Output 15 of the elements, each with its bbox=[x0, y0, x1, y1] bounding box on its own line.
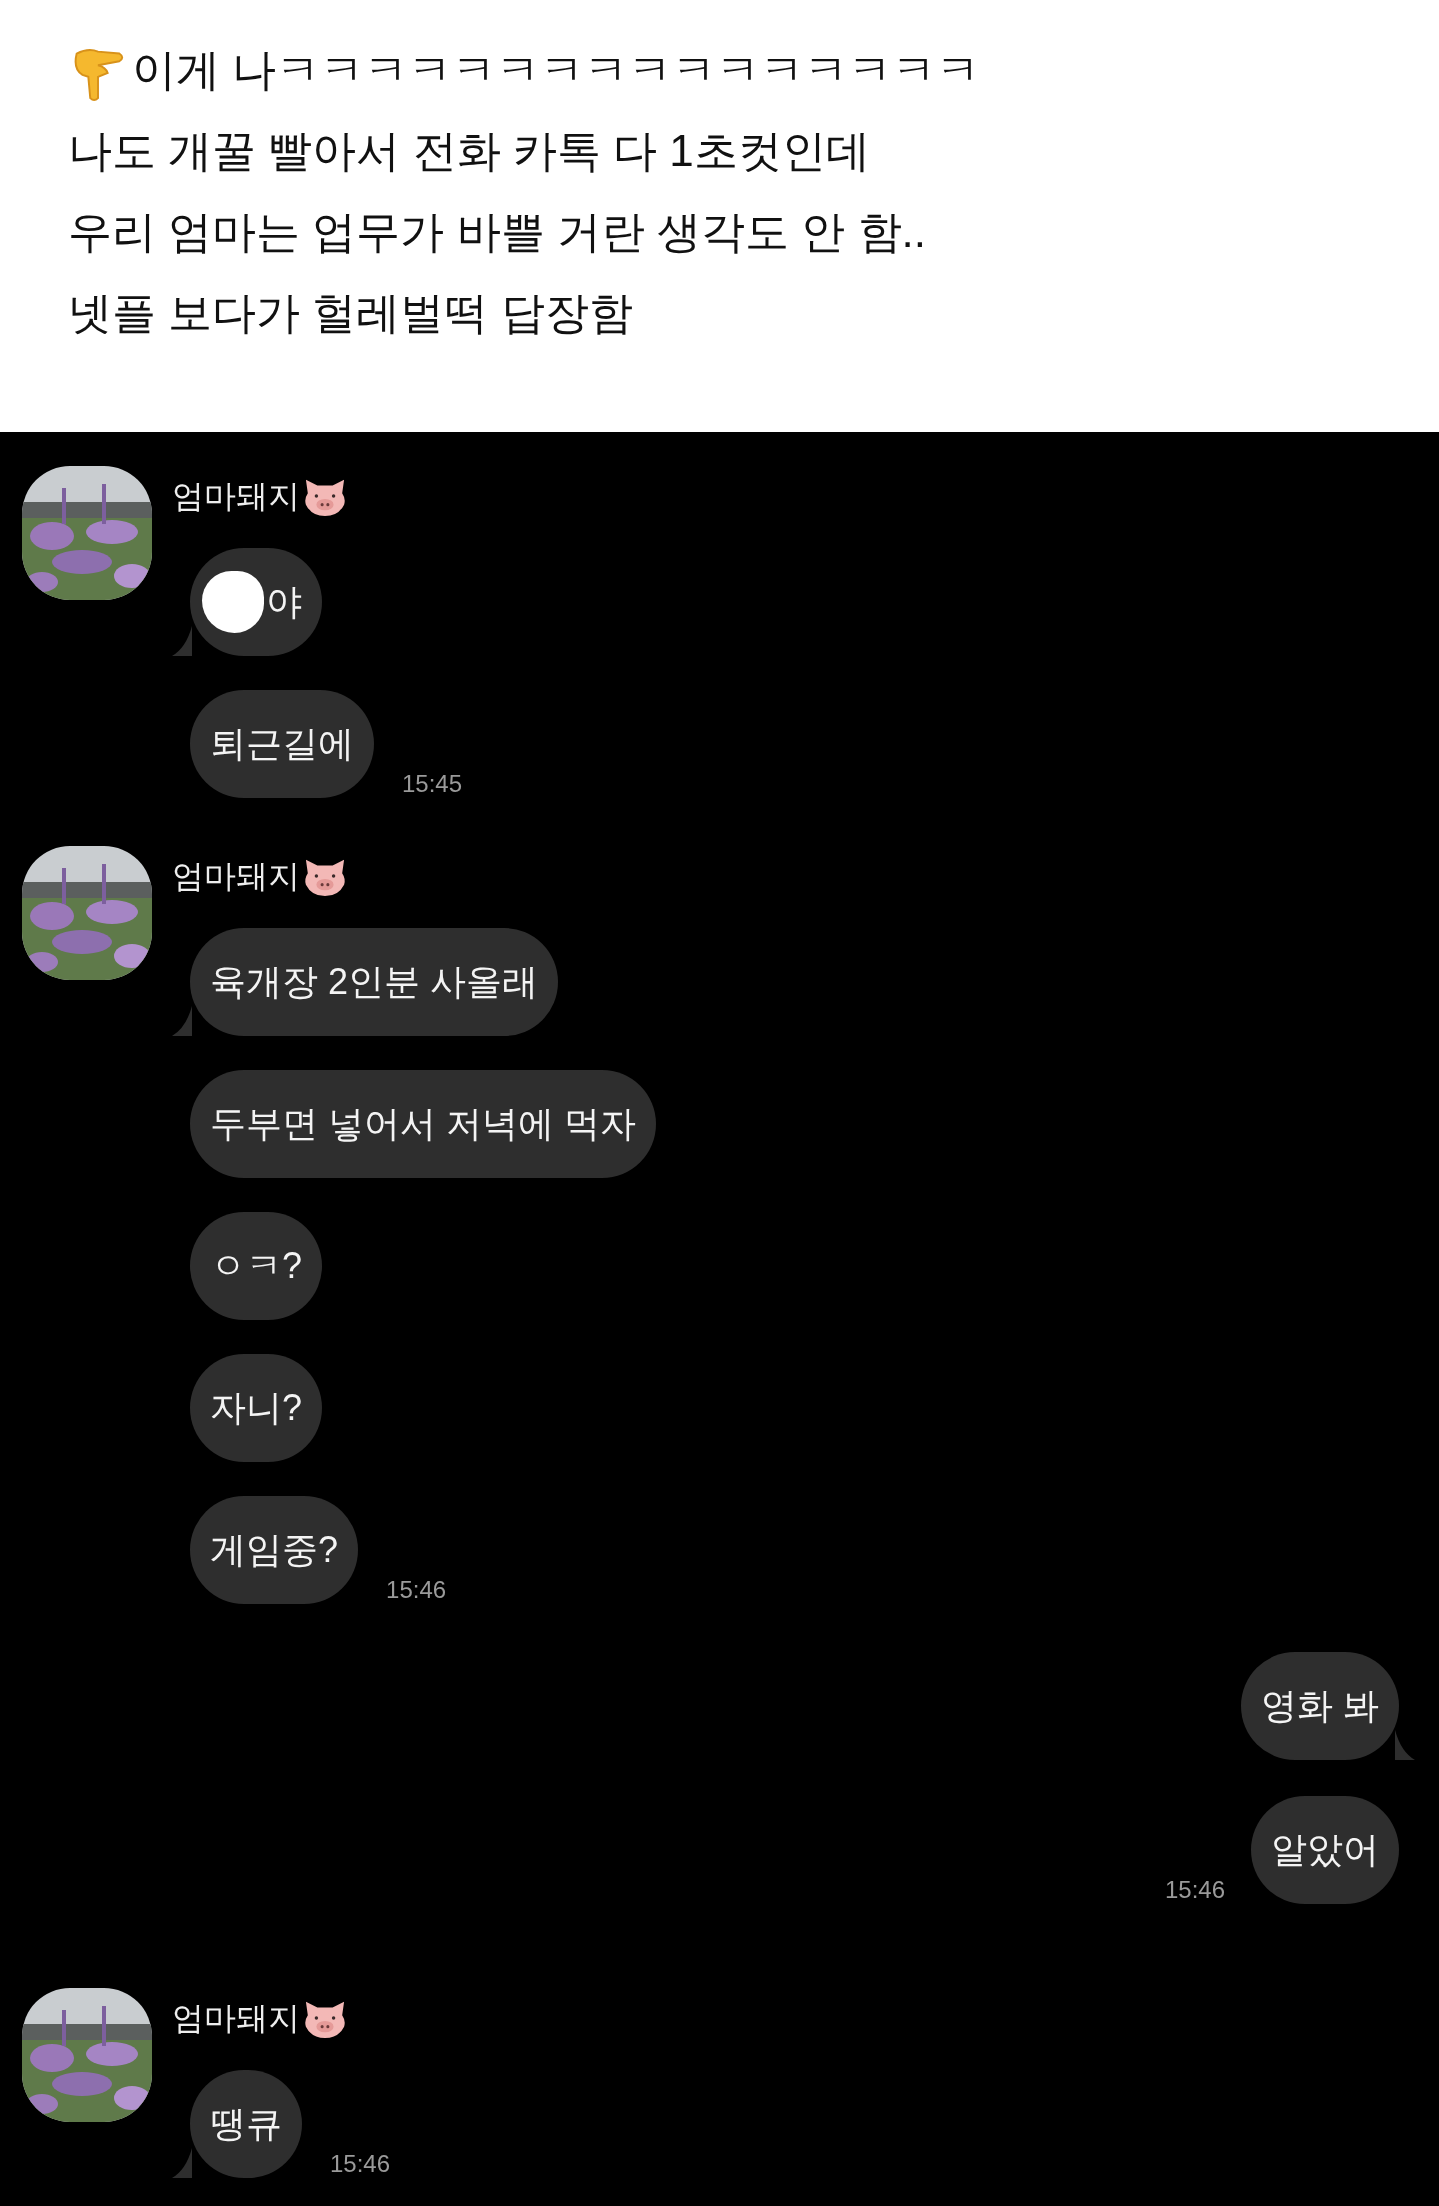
speech-tail-icon bbox=[172, 626, 192, 656]
caption-line: 나도 개꿀 빨아서 전화 카톡 다 1초컷인데 bbox=[68, 125, 870, 177]
message-time: 15:46 bbox=[1164, 1876, 1225, 1904]
caption-line: 이게 나ㅋㅋㅋㅋㅋㅋㅋㅋㅋㅋㅋㅋㅋㅋㅋㅋ bbox=[132, 44, 981, 96]
speech-tail-icon bbox=[1395, 1730, 1415, 1760]
message-time: 15:46 bbox=[330, 2150, 391, 2178]
caption-line: 우리 엄마는 업무가 바쁠 거란 생각도 안 함.. bbox=[68, 206, 927, 258]
message-time: 15:46 bbox=[386, 1576, 447, 1604]
sender-name: 엄마돼지 bbox=[172, 857, 300, 896]
speech-tail-icon bbox=[172, 2148, 192, 2178]
sender-name: 엄마돼지 bbox=[172, 1999, 300, 2038]
caption-line: 넷플 보다가 헐레벌떡 답장함 bbox=[68, 287, 633, 339]
sender-name: 엄마돼지 bbox=[172, 477, 300, 516]
message-time: 15:45 bbox=[402, 770, 463, 798]
speech-tail-icon bbox=[172, 1006, 192, 1036]
